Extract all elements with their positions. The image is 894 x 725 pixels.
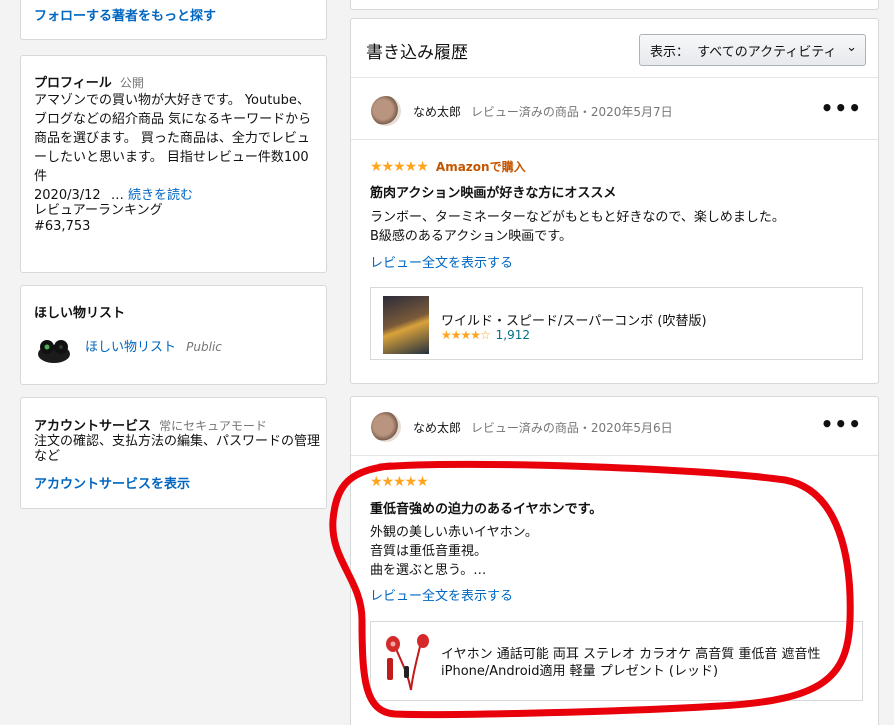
review-body: 外観の美しい赤いイヤホン。 音質は重低音重視。 曲を選ぶと思う。…	[370, 525, 538, 578]
star-rating: ★★★★★	[370, 474, 429, 490]
star-rating: ★★★★★	[370, 159, 429, 175]
wishlist-card: ほしい物リスト ほしい物リスト Public	[20, 285, 327, 385]
review-body: ランボー、ターミネーターなどがもともと好きなので、楽しめました。 B級感のあるア…	[370, 210, 785, 244]
account-heading: アカウントサービス	[34, 419, 152, 434]
read-full-review-link[interactable]: レビュー全文を表示する	[370, 585, 513, 604]
author-avatar[interactable]	[371, 412, 401, 442]
profile-bio: アマゾンでの買い物が大好きです。 Youtube、ブログなどの紹介商品 気になる…	[34, 93, 312, 203]
ranking-value: #63,753	[34, 219, 91, 234]
ranking-label: レビュアーランキング	[34, 203, 163, 218]
activity-filter-select[interactable]: 表示： すべてのアクティビティ ⌄	[639, 34, 866, 66]
chevron-down-icon: ⌄	[846, 40, 857, 55]
product-rating-count[interactable]: 1,912	[496, 328, 530, 342]
read-full-review-link[interactable]: レビュー全文を表示する	[370, 252, 513, 271]
account-subheading: 常にセキュアモード	[159, 419, 267, 433]
review-meta: レビュー済みの商品・2020年5月7日	[470, 105, 673, 119]
more-options-icon[interactable]: •••	[821, 98, 862, 118]
account-card: アカウントサービス 常にセキュアモード 注文の確認、支払方法の編集、パスワードの…	[20, 397, 327, 509]
history-title: 書き込み履歴	[366, 43, 468, 63]
profile-visibility: 公開	[119, 76, 144, 90]
review-title[interactable]: 重低音強めの迫力のあるイヤホンです。	[370, 498, 602, 517]
review-meta: レビュー済みの商品・2020年5月6日	[470, 421, 673, 435]
product-title[interactable]: ワイルド・スピード/スーパーコンボ (吹替版)	[441, 310, 707, 329]
account-description: 注文の確認、支払方法の編集、パスワードの管理など	[34, 434, 321, 464]
top-card-remnant	[350, 0, 879, 10]
movie-poster-image	[383, 296, 429, 354]
wishlist-heading: ほしい物リスト	[34, 306, 126, 321]
wishlist-link[interactable]: ほしい物リスト	[85, 340, 176, 355]
account-services-link[interactable]: アカウントサービスを表示	[34, 473, 190, 492]
author-name[interactable]: なめ太郎	[413, 421, 461, 435]
review-title[interactable]: 筋肉アクション映画が好きな方にオススメ	[370, 182, 616, 201]
more-options-icon[interactable]: •••	[821, 414, 862, 434]
profile-card: プロフィール 公開 アマゾンでの買い物が大好きです。 Youtube、ブログなど…	[20, 55, 327, 273]
review-card-2: なめ太郎 レビュー済みの商品・2020年5月6日 ••• ★★★★★ 重低音強め…	[350, 396, 879, 725]
author-name[interactable]: なめ太郎	[413, 105, 461, 119]
verified-purchase-badge: Amazonで購入	[435, 160, 526, 174]
earbuds-image-icon	[38, 340, 70, 363]
product-card[interactable]: イヤホン 通話可能 両耳 ステレオ カラオケ 高音質 重低音 遮音性 iPhon…	[370, 621, 863, 701]
history-card: 書き込み履歴 表示： すべてのアクティビティ ⌄ なめ太郎 レビュー済みの商品・…	[350, 18, 879, 384]
wishlist-thumbnail[interactable]	[34, 328, 74, 368]
follow-card: フォローする著者をもっと探す	[20, 0, 327, 40]
product-rating-stars: ★★★★☆	[441, 328, 491, 342]
profile-heading: プロフィール	[34, 76, 112, 91]
product-card[interactable]: ワイルド・スピード/スーパーコンボ (吹替版) ★★★★☆ 1,912	[370, 287, 863, 360]
author-avatar[interactable]	[371, 96, 401, 126]
follow-more-authors-link[interactable]: フォローする著者をもっと探す	[34, 5, 216, 24]
wishlist-visibility: Public	[186, 340, 222, 354]
product-title[interactable]: イヤホン 通話可能 両耳 ステレオ カラオケ 高音質 重低音 遮音性 iPhon…	[441, 646, 821, 680]
red-earphones-image-icon	[386, 634, 429, 691]
